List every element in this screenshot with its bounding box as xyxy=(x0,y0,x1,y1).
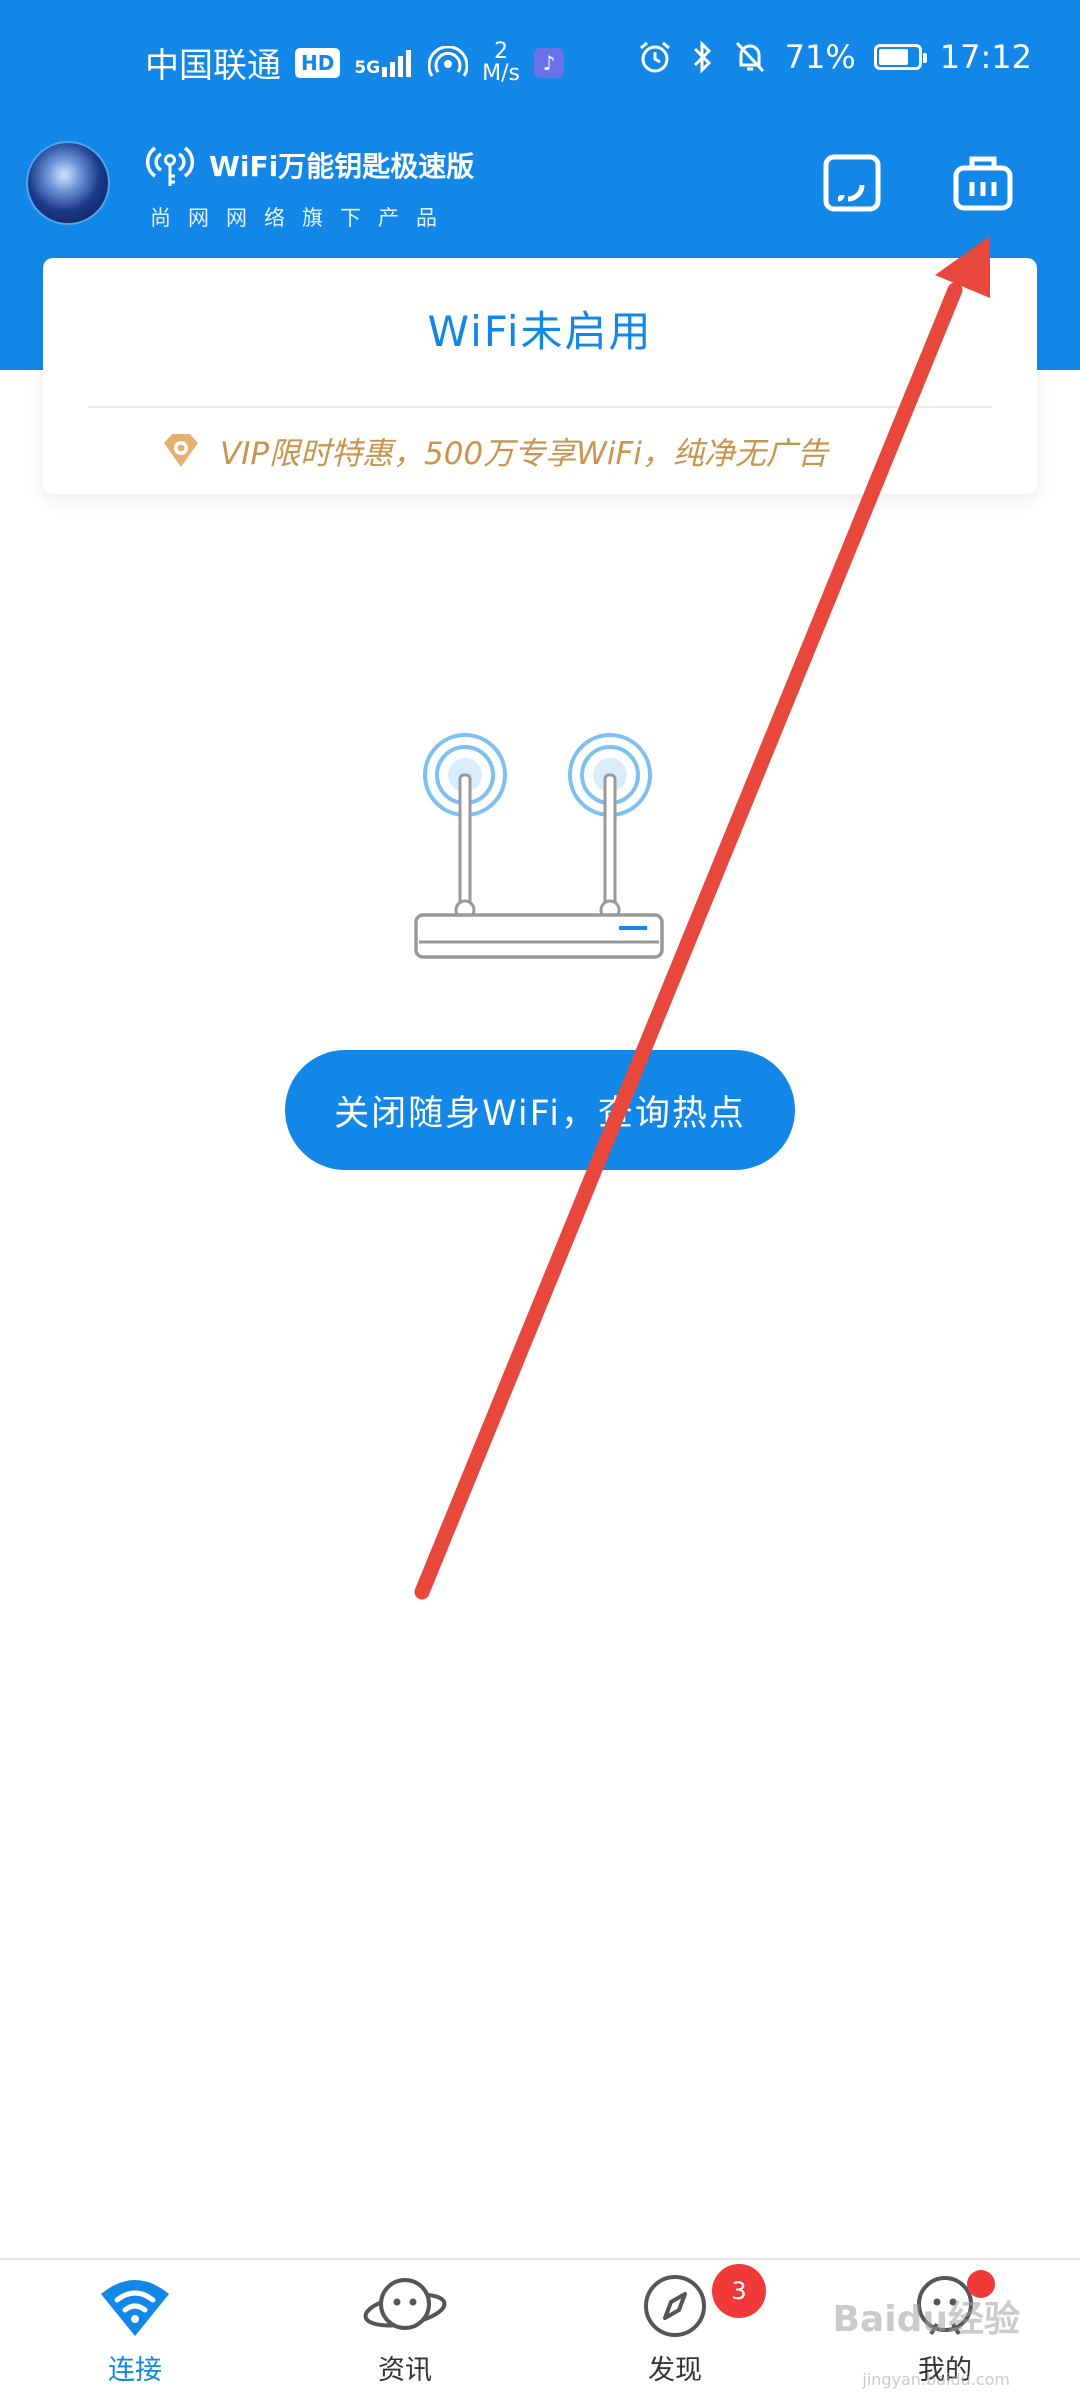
app-title: WiFi万能钥匙极速版 xyxy=(209,150,475,183)
hotspot-icon xyxy=(428,45,469,77)
user-avatar[interactable] xyxy=(28,143,108,223)
clock: 17:12 xyxy=(939,38,1032,76)
status-left: 中国联通 HD 5G 2 M/s ♪ xyxy=(145,38,564,87)
status-right: 71% 17:12 xyxy=(637,38,1032,76)
status-bar: 中国联通 HD 5G 2 M/s ♪ 71% 17:12 xyxy=(0,0,1080,130)
nav-item-discover[interactable]: 发现 3 xyxy=(605,2264,766,2397)
watermark-brand: Baidu经验 xyxy=(832,2299,1020,2340)
brand-row: WiFi万能钥匙极速版 xyxy=(145,140,474,190)
nav-item-connect[interactable]: 连接 xyxy=(65,2272,205,2397)
network-speed: 2 M/s xyxy=(482,38,520,86)
nav-label-connect: 连接 xyxy=(108,2355,162,2386)
vip-promo-banner[interactable]: VIP限时特惠，500万专享WiFi，纯净无广告 xyxy=(158,428,828,473)
card-divider xyxy=(88,406,992,408)
screen: 中国联通 HD 5G 2 M/s ♪ 71% 17:12 WiFi万能钥匙极速版… xyxy=(0,0,1080,2400)
speed-unit: M/s xyxy=(482,60,520,86)
discover-badge: 3 xyxy=(712,2264,766,2318)
vip-diamond-icon xyxy=(164,433,198,467)
screen-cast-icon xyxy=(823,154,881,212)
music-app-icon: ♪ xyxy=(534,47,564,78)
nav-label-discover: 发现 xyxy=(648,2355,702,2386)
nav-label-news: 资讯 xyxy=(378,2355,432,2386)
app-brand: WiFi万能钥匙极速版 尚网网络旗下产品 xyxy=(145,140,474,232)
nav-item-news[interactable]: 资讯 xyxy=(335,2272,475,2397)
bluetooth-icon xyxy=(693,40,711,74)
network-type: 5G xyxy=(354,57,381,78)
wifi-status-text: WiFi未启用 xyxy=(427,307,653,356)
carrier-name: 中国联通 xyxy=(145,46,281,86)
alarm-icon xyxy=(639,41,670,73)
app-subtitle: 尚网网络旗下产品 xyxy=(150,206,454,230)
vip-promo-text: VIP限时特惠，500万专享WiFi，纯净无广告 xyxy=(220,436,828,472)
battery-icon xyxy=(873,44,927,70)
battery-level xyxy=(878,49,909,65)
mute-bell-icon xyxy=(735,41,764,73)
wifi-status-card: WiFi未启用 VIP限时特惠，500万专享WiFi，纯净无广告 xyxy=(43,258,1037,494)
compass-icon xyxy=(644,2275,706,2337)
signal-bars-icon xyxy=(382,49,412,77)
news-planet-icon xyxy=(363,2278,447,2330)
router-illustration xyxy=(414,733,664,959)
speed-value: 2 xyxy=(494,38,509,64)
close-wifi-search-hotspot-button[interactable]: 关闭随身WiFi，查询热点 xyxy=(285,1050,795,1170)
toolbox-button[interactable] xyxy=(948,148,1018,218)
hd-badge: HD xyxy=(295,47,341,78)
signal-5g-icon: 5G xyxy=(354,49,414,77)
cast-button[interactable] xyxy=(817,148,887,218)
wifi-key-logo-icon xyxy=(145,146,195,186)
battery-percent: 71% xyxy=(784,38,856,76)
wifi-connect-icon xyxy=(101,2280,169,2336)
watermark-url: jingyan.baidu.com xyxy=(862,2370,1010,2389)
toolbox-icon xyxy=(953,156,1013,211)
